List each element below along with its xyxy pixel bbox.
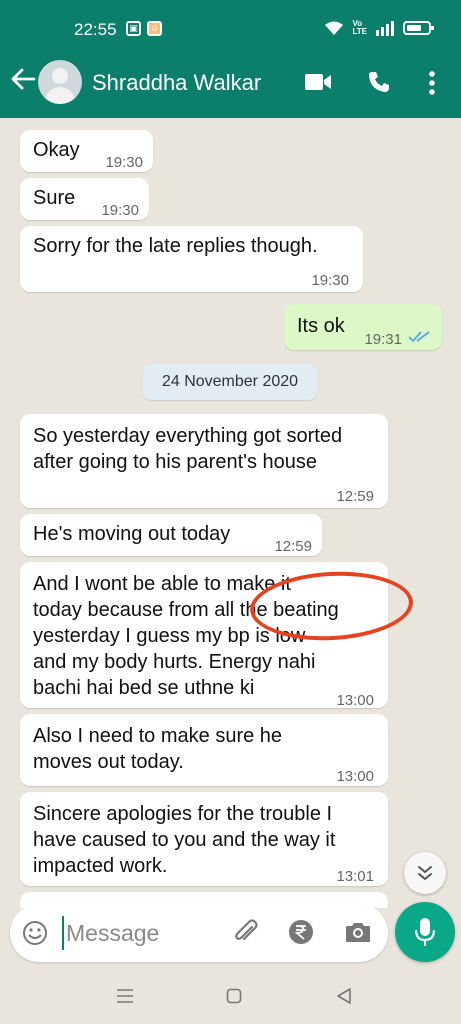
message-line: Also I need to make sure he [33, 725, 283, 747]
rupee-payment-icon[interactable] [288, 919, 314, 945]
message-time: 12:59 [336, 488, 374, 505]
battery-icon [403, 21, 434, 35]
recent-apps-icon[interactable] [116, 988, 134, 1004]
incoming-message[interactable]: Sincere apologies for the trouble I have… [20, 792, 388, 886]
contact-name[interactable]: Shraddha Walkar [92, 70, 261, 96]
home-icon[interactable] [226, 988, 242, 1004]
volte-icon: Vo LTE [352, 19, 367, 36]
incoming-message[interactable]: So yesterday everything got sorted after… [20, 414, 388, 508]
message-input[interactable] [62, 916, 212, 950]
message-time: 19:30 [101, 202, 139, 219]
message-time: 19:30 [311, 272, 349, 289]
message-time: 13:01 [336, 868, 374, 885]
message-text: Sure [33, 187, 76, 209]
read-receipt-icon [408, 331, 430, 343]
message-text: He's moving out today [33, 523, 231, 545]
message-time: 13:00 [336, 768, 374, 785]
incoming-message[interactable]: Sorry for the late replies though. 19:30 [20, 226, 363, 292]
message-time: 19:31 [364, 331, 402, 348]
phone-icon[interactable] [367, 70, 391, 94]
camera-icon[interactable] [344, 920, 372, 944]
message-line: Sincere apologies for the trouble I [33, 803, 333, 825]
message-line: So yesterday everything got sorted [33, 425, 343, 447]
attach-icon[interactable] [232, 918, 260, 946]
back-nav-icon[interactable] [336, 987, 352, 1005]
incoming-message[interactable]: He's moving out today 12:59 [20, 514, 322, 556]
wifi-icon [325, 21, 344, 35]
incoming-message[interactable]: Sure 19:30 [20, 178, 149, 220]
message-composer [10, 904, 388, 962]
incoming-message[interactable]: Okay 19:30 [20, 130, 153, 172]
avatar-notification-icon: ☺ [147, 21, 162, 36]
chat-header: Shraddha Walkar [0, 52, 461, 114]
incoming-message[interactable]: Also I need to make sure he moves out to… [20, 714, 388, 786]
message-line: impacted work. [33, 855, 168, 877]
message-text: Sorry for the late replies though. [33, 235, 318, 257]
message-time: 13:00 [336, 692, 374, 709]
emoji-icon[interactable] [22, 920, 48, 946]
message-line: after going to his parent's house [33, 451, 318, 473]
more-vert-icon[interactable] [428, 70, 436, 96]
message-time: 12:59 [274, 538, 312, 555]
back-arrow-icon[interactable] [10, 66, 36, 98]
message-list[interactable]: Okay 19:30 Sure 19:30 Sorry for the late… [0, 118, 461, 908]
system-nav-bar [0, 972, 461, 1024]
date-separator: 24 November 2020 [143, 364, 317, 400]
signal-icon [376, 21, 394, 36]
microphone-icon [414, 918, 436, 946]
scroll-to-bottom-button[interactable] [404, 852, 446, 894]
message-time: 19:30 [105, 154, 143, 171]
message-line: and my body hurts. Energy nahi [33, 651, 316, 673]
microphone-button[interactable] [395, 902, 455, 962]
message-text: Its ok [297, 315, 345, 337]
status-bar: 22:55 ▣ ☺ Vo LTE [0, 0, 461, 60]
message-line: bachi hai bed se uthne ki [33, 677, 255, 699]
status-time: 22:55 [74, 20, 117, 39]
message-line: have caused to you and the way it [33, 829, 336, 851]
message-line: moves out today. [33, 751, 184, 773]
outgoing-message[interactable]: Its ok 19:31 [284, 304, 442, 350]
contact-avatar[interactable] [38, 60, 82, 104]
double-chevron-down-icon [418, 866, 432, 881]
video-call-icon[interactable] [304, 72, 332, 92]
top-bar: 22:55 ▣ ☺ Vo LTE Shraddha Walkar [0, 0, 461, 118]
message-text: Okay [33, 139, 80, 161]
image-icon: ▣ [126, 21, 141, 36]
